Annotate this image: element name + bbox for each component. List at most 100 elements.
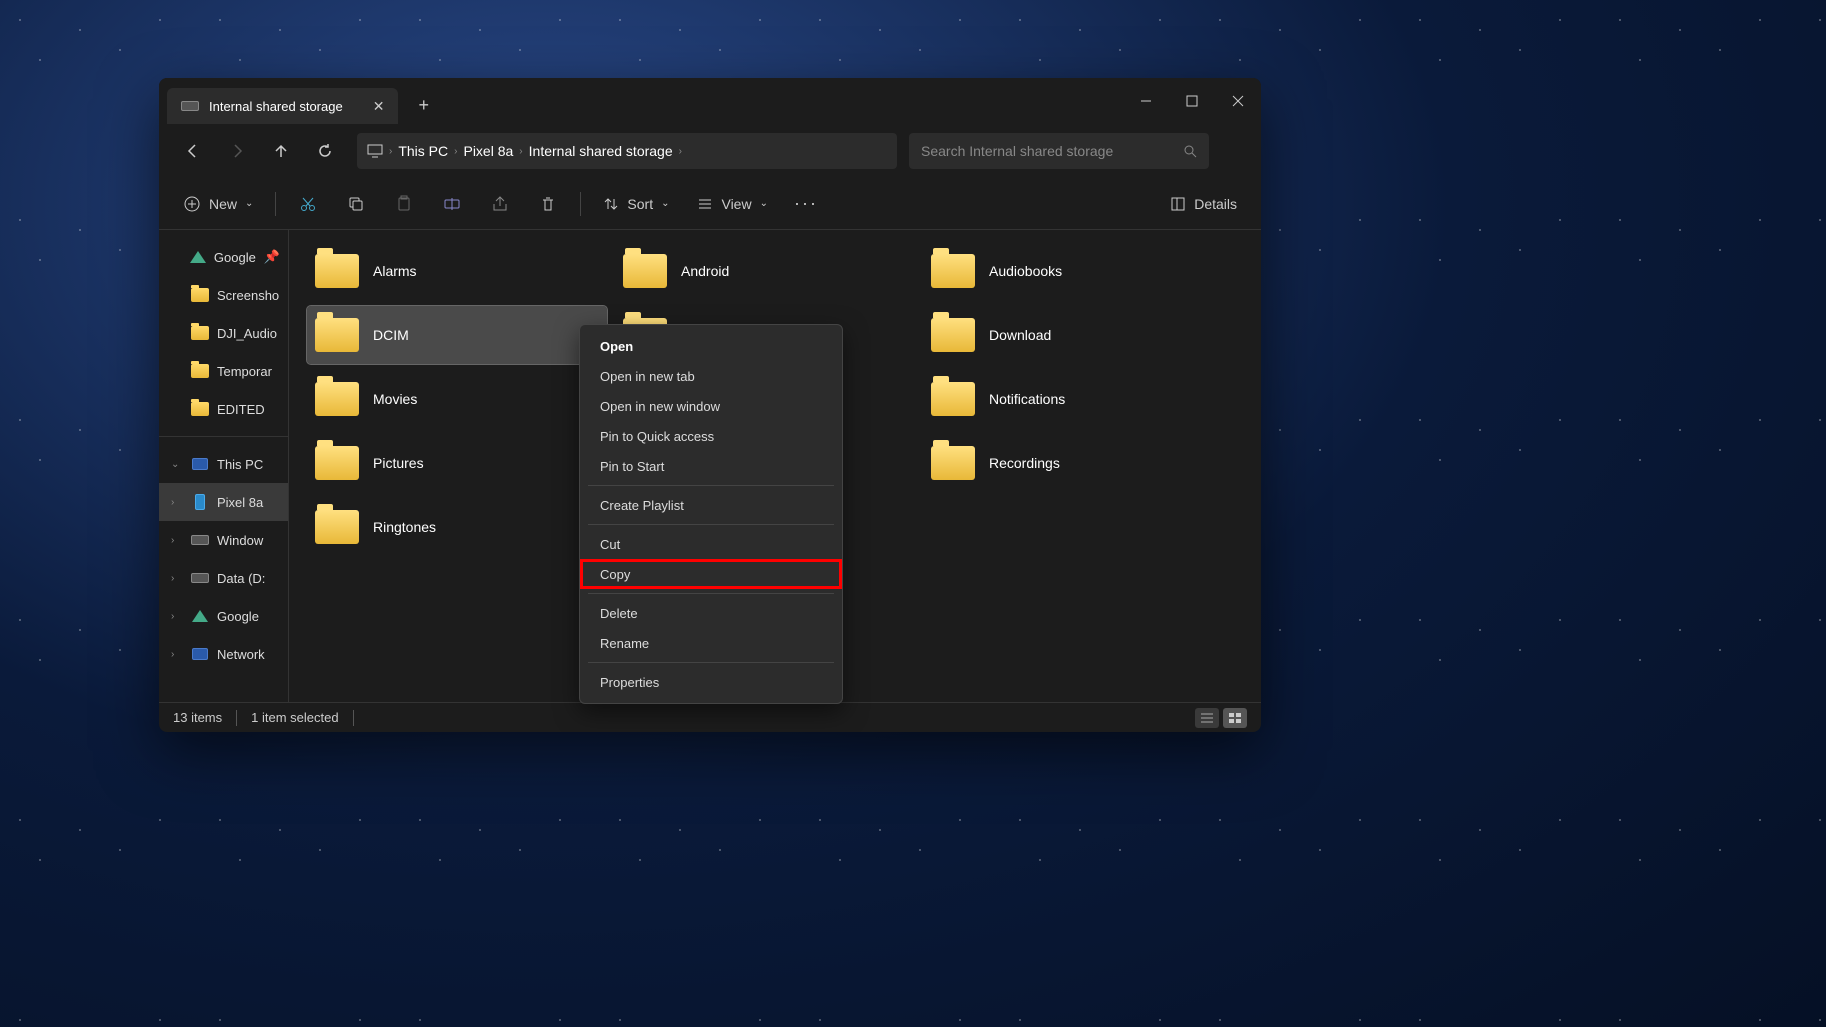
copy-button[interactable]: [336, 186, 376, 222]
details-view-toggle[interactable]: [1195, 708, 1219, 728]
sidebar-drive-item[interactable]: ⌄This PC: [159, 445, 288, 483]
more-button[interactable]: ···: [786, 186, 826, 222]
folder-name: Recordings: [989, 455, 1060, 471]
details-button[interactable]: Details: [1160, 186, 1247, 222]
folder-icon: [931, 446, 975, 480]
breadcrumb-item[interactable]: Internal shared storage: [529, 143, 673, 159]
view-toggles: [1195, 708, 1247, 728]
folder-item[interactable]: Alarms: [307, 242, 607, 300]
sidebar-drive-item[interactable]: › Network: [159, 635, 288, 673]
rename-button[interactable]: [432, 186, 472, 222]
sidebar-drive-item[interactable]: ›Data (D:: [159, 559, 288, 597]
view-button[interactable]: View ⌄: [687, 186, 777, 222]
folder-name: Pictures: [373, 455, 424, 471]
chevron-down-icon: ⌄: [171, 459, 183, 470]
context-menu-open-in-new-tab[interactable]: Open in new tab: [580, 361, 842, 391]
folder-item[interactable]: DCIM: [307, 306, 607, 364]
pin-icon: 📌: [264, 249, 280, 265]
chevron-right-icon: ›: [519, 146, 522, 157]
breadcrumb-item[interactable]: This PC: [398, 143, 448, 159]
context-menu-rename[interactable]: Rename: [580, 628, 842, 658]
sidebar-quick-item[interactable]: DJI_Audio: [159, 314, 288, 352]
sidebar-drive-item[interactable]: ›Pixel 8a: [159, 483, 288, 521]
sort-button[interactable]: Sort ⌄: [593, 186, 679, 222]
new-tab-button[interactable]: +: [418, 95, 429, 116]
sidebar-item-label: Screensho: [217, 288, 279, 303]
delete-button[interactable]: [528, 186, 568, 222]
context-menu-pin-to-start[interactable]: Pin to Start: [580, 451, 842, 481]
drive-icon: [181, 101, 199, 111]
new-button[interactable]: New ⌄: [173, 186, 263, 222]
sidebar-quick-item[interactable]: Temporar: [159, 352, 288, 390]
forward-button[interactable]: [217, 131, 257, 171]
sidebar-drive-item[interactable]: ›Google: [159, 597, 288, 635]
chevron-right-icon: ›: [454, 146, 457, 157]
address-bar[interactable]: › This PC › Pixel 8a › Internal shared s…: [357, 133, 897, 169]
context-menu-open[interactable]: Open: [580, 331, 842, 361]
sidebar-drive-item[interactable]: ›Window: [159, 521, 288, 559]
folder-icon: [315, 254, 359, 288]
sidebar-quick-item[interactable]: Google📌: [159, 238, 288, 276]
monitor-icon: [191, 458, 209, 470]
context-menu-cut[interactable]: Cut: [580, 529, 842, 559]
folder-item[interactable]: Pictures: [307, 434, 607, 492]
folder-item[interactable]: Notifications: [923, 370, 1223, 428]
breadcrumb-item[interactable]: Pixel 8a: [463, 143, 513, 159]
folder-item[interactable]: Android: [615, 242, 915, 300]
context-menu-create-playlist[interactable]: Create Playlist: [580, 490, 842, 520]
folder-icon: [191, 288, 209, 302]
status-bar: 13 items 1 item selected: [159, 702, 1261, 732]
titlebar: Internal shared storage ✕ +: [159, 78, 1261, 124]
up-button[interactable]: [261, 131, 301, 171]
item-count: 13 items: [173, 710, 222, 725]
context-menu: OpenOpen in new tabOpen in new windowPin…: [579, 324, 843, 704]
file-explorer-window: Internal shared storage ✕ + › This PC › …: [159, 78, 1261, 732]
folder-icon: [191, 326, 209, 340]
refresh-button[interactable]: [305, 131, 345, 171]
search-input[interactable]: Search Internal shared storage: [909, 133, 1209, 169]
chevron-right-icon: ›: [171, 573, 183, 584]
folder-item[interactable]: Download: [923, 306, 1223, 364]
menu-separator: [588, 524, 834, 525]
folder-item[interactable]: Ringtones: [307, 498, 607, 556]
sidebar-item-label: Network: [217, 647, 265, 662]
active-tab[interactable]: Internal shared storage ✕: [167, 88, 398, 124]
menu-separator: [588, 593, 834, 594]
separator: [353, 710, 354, 726]
cut-button[interactable]: [288, 186, 328, 222]
folder-icon: [315, 446, 359, 480]
context-menu-delete[interactable]: Delete: [580, 598, 842, 628]
paste-button[interactable]: [384, 186, 424, 222]
context-menu-open-in-new-window[interactable]: Open in new window: [580, 391, 842, 421]
context-menu-properties[interactable]: Properties: [580, 667, 842, 697]
selection-count: 1 item selected: [251, 710, 338, 725]
folder-item[interactable]: Audiobooks: [923, 242, 1223, 300]
minimize-button[interactable]: [1123, 78, 1169, 124]
folder-item[interactable]: Movies: [307, 370, 607, 428]
folder-item[interactable]: Recordings: [923, 434, 1223, 492]
back-button[interactable]: [173, 131, 213, 171]
tiles-view-toggle[interactable]: [1223, 708, 1247, 728]
sidebar-quick-item[interactable]: Screensho: [159, 276, 288, 314]
share-button[interactable]: [480, 186, 520, 222]
folder-name: Notifications: [989, 391, 1065, 407]
nav-bar: › This PC › Pixel 8a › Internal shared s…: [159, 124, 1261, 178]
new-label: New: [209, 196, 237, 212]
context-menu-copy[interactable]: Copy: [580, 559, 842, 589]
monitor-icon: [191, 648, 209, 660]
folder-icon: [931, 318, 975, 352]
folder-name: Android: [681, 263, 729, 279]
menu-separator: [588, 485, 834, 486]
folder-name: DCIM: [373, 327, 409, 343]
sidebar-quick-item[interactable]: EDITED: [159, 390, 288, 428]
maximize-button[interactable]: [1169, 78, 1215, 124]
sidebar-item-label: Window: [217, 533, 263, 548]
context-menu-pin-to-quick-access[interactable]: Pin to Quick access: [580, 421, 842, 451]
separator: [236, 710, 237, 726]
sidebar-item-label: Google: [217, 609, 259, 624]
close-window-button[interactable]: [1215, 78, 1261, 124]
close-tab-icon[interactable]: ✕: [373, 98, 385, 115]
folder-name: Download: [989, 327, 1051, 343]
sidebar-item-label: Pixel 8a: [217, 495, 263, 510]
chevron-right-icon: ›: [171, 649, 183, 660]
